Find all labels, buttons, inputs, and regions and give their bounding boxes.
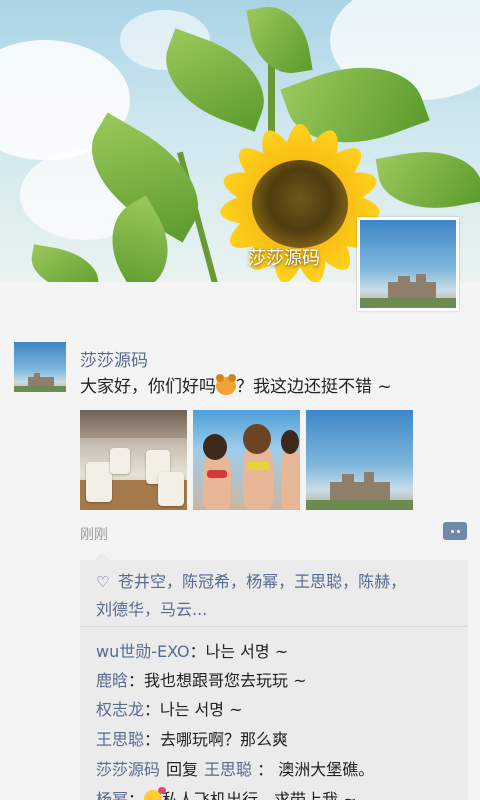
like-separator: ， bbox=[230, 572, 247, 591]
comment-row[interactable]: 杨幂： 私人飞机出行，求带上我 ~ bbox=[96, 786, 357, 800]
reply-label: 回复 bbox=[166, 760, 199, 779]
comment-row[interactable]: wu世勋-EXO：나는 서명 ~ bbox=[96, 638, 288, 662]
like-separator: ， bbox=[144, 600, 161, 619]
likes-list: ♡ 苍井空，陈冠希，杨幂，王思聪，陈赫， 刘德华，马云... bbox=[96, 568, 458, 623]
like-name[interactable]: 王思聪 bbox=[294, 572, 342, 591]
leaf bbox=[246, 0, 313, 80]
post-photo-2[interactable] bbox=[193, 410, 300, 510]
kiss-emoji-icon bbox=[144, 787, 167, 800]
post-photo-3[interactable] bbox=[306, 410, 413, 510]
heart-icon: ♡ bbox=[96, 573, 110, 591]
comment-menu-button[interactable] bbox=[443, 522, 467, 540]
post-text: 大家好，你们好吗 ？我这边还挺不错 ~ bbox=[80, 372, 392, 397]
moments-screen: 莎莎源码 莎莎源码 大家好，你们好吗 ？我这边还挺不错 ~ 刚刚 ♡ 苍井空，陈… bbox=[0, 0, 480, 800]
cover-username: 莎莎源码 bbox=[248, 248, 320, 269]
comment-author[interactable]: 鹿晗 bbox=[96, 671, 128, 690]
comment-text: ： 澳洲大堡礁。 bbox=[252, 760, 375, 779]
comment-row[interactable]: 王思聪：去哪玩啊？那么爽 bbox=[96, 726, 288, 750]
like-name[interactable]: 刘德华 bbox=[96, 600, 144, 619]
post-photo-1[interactable] bbox=[80, 410, 187, 510]
post-avatar[interactable] bbox=[14, 342, 66, 392]
bear-emoji-icon bbox=[216, 374, 236, 395]
leaf bbox=[27, 244, 103, 282]
like-name[interactable]: 陈冠希 bbox=[182, 572, 230, 591]
comment-text: ：去哪玩啊？那么爽 bbox=[144, 730, 289, 749]
comment-row[interactable]: 莎莎源码 回复 王思聪 ： 澳洲大堡礁。 bbox=[96, 756, 374, 780]
reply-target[interactable]: 王思聪 bbox=[204, 760, 252, 779]
divider bbox=[80, 626, 468, 627]
post-author[interactable]: 莎莎源码 bbox=[80, 346, 148, 371]
like-separator: ， bbox=[278, 572, 295, 591]
comment-author[interactable]: wu世勋-EXO bbox=[96, 642, 190, 661]
like-name[interactable]: 苍井空 bbox=[118, 572, 166, 591]
like-name[interactable]: 杨幂 bbox=[246, 572, 278, 591]
comment-author[interactable]: 王思聪 bbox=[96, 730, 144, 749]
comment-text: ：나는 서명 ~ bbox=[144, 700, 243, 719]
post-text-part: 大家好，你们好吗 bbox=[80, 377, 216, 397]
comment-text: 私人飞机出行，求带上我 ~ bbox=[162, 790, 357, 800]
like-name[interactable]: 马云... bbox=[160, 600, 207, 619]
comment-author[interactable]: 杨幂 bbox=[96, 790, 128, 800]
like-separator: ， bbox=[166, 572, 183, 591]
castle-photo bbox=[360, 220, 456, 308]
like-separator: ， bbox=[390, 572, 407, 591]
comment-author[interactable]: 权志龙 bbox=[96, 700, 144, 719]
comment-text: ：나는 서명 ~ bbox=[189, 642, 289, 661]
comment-author[interactable]: 莎莎源码 bbox=[96, 760, 160, 779]
comment-text: ：我也想跟哥您去玩玩 ~ bbox=[128, 671, 307, 690]
like-separator: ， bbox=[342, 572, 359, 591]
likes-comments-box: ♡ 苍井空，陈冠希，杨幂，王思聪，陈赫， 刘德华，马云... wu世勋-EXO：나는… bbox=[80, 552, 468, 800]
profile-avatar[interactable] bbox=[357, 217, 459, 311]
post-text-part: ？我这边还挺不错 ~ bbox=[236, 377, 392, 397]
like-name[interactable]: 陈赫 bbox=[358, 572, 390, 591]
comment-row[interactable]: 权志龙：나는 서명 ~ bbox=[96, 696, 242, 720]
post-time: 刚刚 bbox=[80, 527, 108, 543]
comment-row[interactable]: 鹿晗：我也想跟哥您去玩玩 ~ bbox=[96, 667, 307, 691]
comment-text: ： bbox=[128, 790, 145, 800]
